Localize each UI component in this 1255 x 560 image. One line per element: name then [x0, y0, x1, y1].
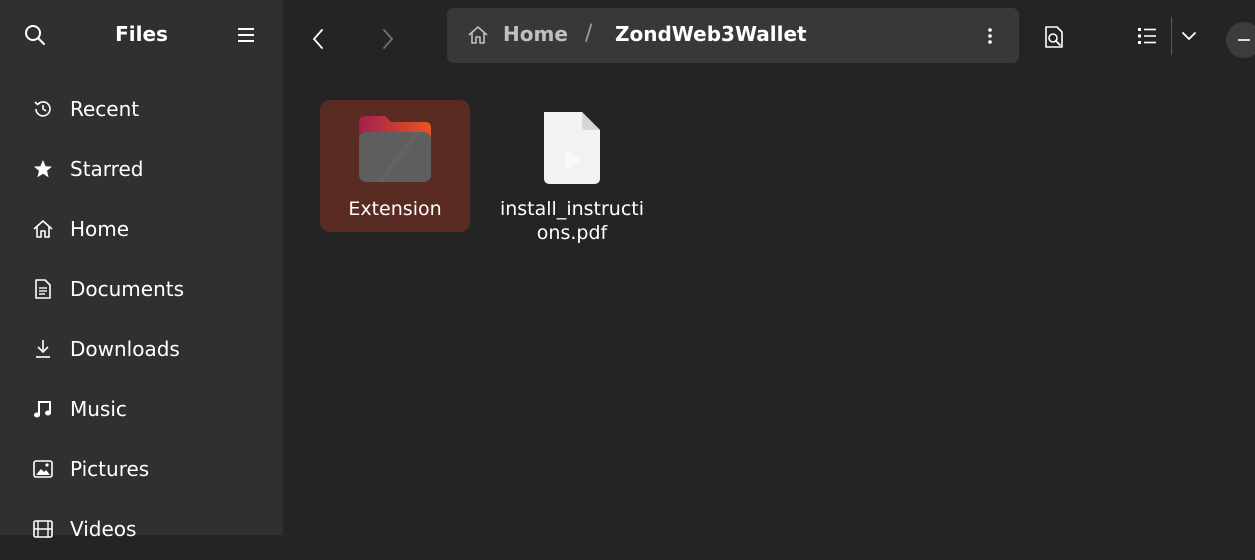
home-icon [33, 220, 53, 238]
file-item-folder[interactable]: Extension [320, 100, 470, 232]
sidebar-item-label: Downloads [70, 337, 180, 361]
sidebar-item-label: Music [70, 397, 127, 421]
sidebar-item-pictures[interactable]: Pictures [0, 440, 283, 500]
sidebar-item-home[interactable]: Home [0, 200, 283, 260]
forward-button[interactable] [370, 22, 404, 56]
file-name: install_instructions.pdf [499, 198, 645, 244]
sidebar-item-music[interactable]: Music [0, 380, 283, 440]
sidebar-item-starred[interactable]: Starred [0, 140, 283, 200]
folder-icon [359, 116, 431, 182]
pdf-file-icon [544, 112, 600, 184]
breadcrumb-current-folder[interactable]: ZondWeb3Wallet [615, 22, 807, 46]
minimize-button[interactable] [1226, 22, 1255, 58]
sidebar-item-label: Documents [70, 277, 185, 301]
hamburger-menu-icon[interactable] [234, 23, 258, 47]
back-button[interactable] [302, 22, 336, 56]
sidebar-header: Files [0, 0, 283, 70]
file-item-pdf[interactable]: install_instructions.pdf [497, 100, 647, 244]
sidebar-item-label: Recent [70, 97, 140, 121]
toolbar-divider [1171, 17, 1172, 55]
minimize-icon [1238, 39, 1250, 41]
video-icon [33, 520, 53, 538]
sidebar-item-label: Starred [70, 157, 144, 181]
file-grid: Extension install_instructions.pdf [283, 70, 1255, 535]
document-icon [35, 279, 51, 299]
sidebar: Files Recent Starred Home Documents Down… [0, 0, 283, 541]
file-name: Extension [348, 198, 442, 220]
breadcrumb-separator: / [585, 21, 593, 46]
home-icon[interactable] [467, 24, 489, 46]
chevron-down-icon[interactable] [1178, 25, 1200, 47]
sidebar-item-downloads[interactable]: Downloads [0, 320, 283, 380]
sidebar-item-label: Pictures [70, 457, 150, 481]
sidebar-item-label: Videos [70, 517, 137, 541]
download-icon [36, 340, 50, 358]
breadcrumb-home[interactable]: Home [503, 22, 568, 46]
picture-icon [33, 460, 53, 478]
sidebar-item-recent[interactable]: Recent [0, 80, 283, 140]
path-bar: Home / ZondWeb3Wallet [447, 8, 1019, 63]
search-files-button[interactable] [1040, 23, 1068, 51]
clock-icon [34, 101, 51, 117]
sidebar-item-documents[interactable]: Documents [0, 260, 283, 320]
star-icon [34, 160, 52, 178]
music-icon [34, 401, 51, 418]
sidebar-item-videos[interactable]: Videos [0, 500, 283, 560]
more-options-icon[interactable] [979, 24, 1001, 48]
sidebar-item-label: Home [70, 217, 130, 241]
list-view-icon[interactable] [1135, 24, 1159, 48]
